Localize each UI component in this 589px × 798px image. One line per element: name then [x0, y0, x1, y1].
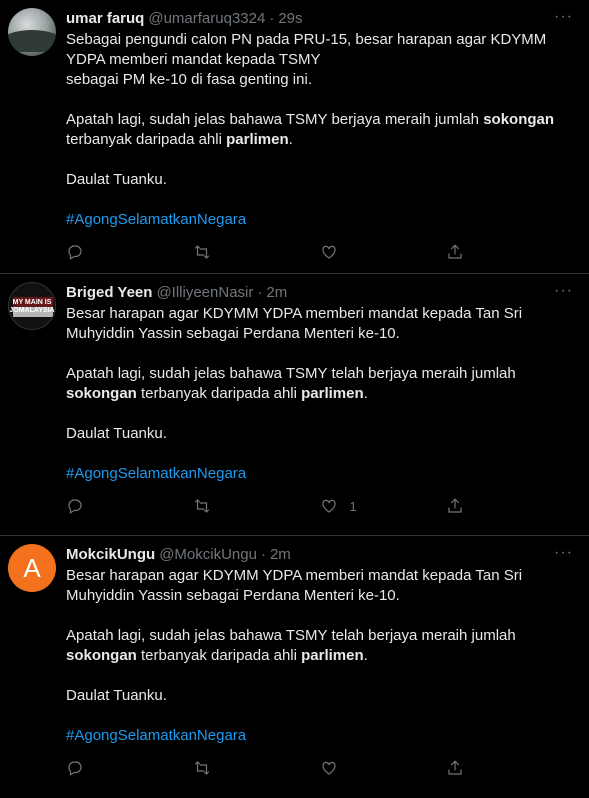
timestamp[interactable]: 29s: [278, 10, 302, 27]
bold-text: parlimen: [301, 647, 364, 664]
author-handle[interactable]: @umarfaruq3324: [148, 10, 265, 27]
reply-icon: [68, 761, 82, 776]
tweet-text: Besar harapan agar KDYMM YDPA memberi ma…: [66, 304, 573, 484]
hashtag-link[interactable]: #AgongSelamatkanNegara: [66, 210, 573, 230]
heart-icon: [321, 761, 336, 775]
tweet-2[interactable]: MY MAIN IS JOMALAYSIA Briged Yeen @Illiy…: [0, 274, 589, 536]
text-line: Besar harapan agar KDYMM YDPA memberi ma…: [66, 567, 523, 584]
text-segment: Apatah lagi, sudah jelas bahawa TSMY ber…: [66, 111, 484, 128]
hashtag-link[interactable]: #AgongSelamatkanNegara: [66, 726, 573, 746]
avatar[interactable]: A: [8, 544, 56, 592]
share-button[interactable]: [446, 497, 573, 515]
reply-button[interactable]: [66, 759, 193, 777]
text-line: YDPA memberi mandat kepada TSMY: [66, 51, 321, 68]
retweet-icon: [194, 245, 209, 259]
like-button[interactable]: 1: [320, 497, 447, 515]
closing-text: Daulat Tuanku.: [66, 425, 167, 442]
tweet-text: Besar harapan agar KDYMM YDPA memberi ma…: [66, 566, 573, 746]
reply-icon: [68, 245, 82, 260]
share-button[interactable]: [446, 759, 573, 777]
heart-icon: [321, 499, 336, 513]
tweet-header: Briged Yeen @IlliyeenNasir · 2m: [66, 282, 573, 302]
share-icon: [448, 498, 462, 513]
author-handle[interactable]: @MokcikUngu: [159, 546, 257, 563]
bold-text: parlimen: [301, 385, 364, 402]
closing-text: Daulat Tuanku.: [66, 171, 167, 188]
more-options-icon[interactable]: ···: [554, 544, 573, 562]
heart-icon: [321, 245, 336, 259]
tweet-actions: 1: [66, 488, 573, 524]
closing-text: Daulat Tuanku.: [66, 687, 167, 704]
text-line: Apatah lagi, sudah jelas bahawa TSMY tel…: [66, 365, 516, 382]
avatar-text: MY MAIN IS JOMALAYSIA: [9, 299, 55, 314]
reply-icon: [68, 499, 82, 514]
avatar[interactable]: [8, 8, 56, 56]
retweet-icon: [194, 761, 209, 775]
text-line: sebagai PM ke-10 di fasa genting ini.: [66, 71, 312, 88]
retweet-icon: [194, 499, 209, 513]
author-name[interactable]: MokcikUngu: [66, 546, 155, 563]
tweet-header: MokcikUngu @MokcikUngu · 2m: [66, 544, 573, 564]
like-count: 1: [349, 498, 357, 514]
avatar[interactable]: MY MAIN IS JOMALAYSIA: [8, 282, 56, 330]
tweet-text: Sebagai pengundi calon PN pada PRU-15, b…: [66, 30, 573, 230]
text-segment: terbanyak daripada ahli: [66, 131, 227, 148]
timestamp[interactable]: 2m: [270, 546, 291, 563]
more-options-icon[interactable]: ···: [554, 282, 573, 300]
tweet-actions: [66, 234, 573, 270]
tweet-actions: [66, 750, 573, 786]
tweet-1[interactable]: umar faruq @umarfaruq3324 · 29s ··· Seba…: [0, 0, 589, 274]
bold-text: sokongan: [66, 385, 137, 402]
like-button[interactable]: [320, 243, 447, 261]
author-name[interactable]: umar faruq: [66, 10, 144, 27]
author-name[interactable]: Briged Yeen: [66, 284, 152, 301]
timestamp[interactable]: 2m: [266, 284, 287, 301]
like-button[interactable]: [320, 759, 447, 777]
text-segment: terbanyak daripada ahli: [136, 385, 302, 402]
text-segment: .: [288, 131, 293, 148]
reply-button[interactable]: [66, 497, 193, 515]
text-line: sokongan terbanyak daripada ahli parlime…: [66, 384, 573, 404]
text-line: sokongan terbanyak daripada ahli parlime…: [66, 646, 573, 666]
separator-dot: ·: [257, 283, 263, 301]
retweet-button[interactable]: [193, 759, 320, 777]
text-segment: .: [363, 385, 368, 402]
tweet-3[interactable]: A MokcikUngu @MokcikUngu · 2m ··· Besar …: [0, 536, 589, 798]
text-line: terbanyak daripada ahli parlimen.: [66, 130, 573, 150]
text-segment: .: [363, 647, 368, 664]
text-line: Muhyiddin Yassin sebagai Perdana Menteri…: [66, 325, 400, 342]
separator-dot: ·: [269, 9, 275, 27]
bold-text: sokongan: [483, 111, 555, 128]
tweet-header: umar faruq @umarfaruq3324 · 29s: [66, 8, 573, 28]
share-icon: [448, 760, 462, 775]
bold-text: parlimen: [226, 131, 289, 148]
author-handle[interactable]: @IlliyeenNasir: [156, 284, 253, 301]
share-button[interactable]: [446, 243, 573, 261]
hashtag-link[interactable]: #AgongSelamatkanNegara: [66, 464, 573, 484]
separator-dot: ·: [260, 545, 266, 563]
retweet-button[interactable]: [193, 497, 320, 515]
text-line: Apatah lagi, sudah jelas bahawa TSMY tel…: [66, 627, 516, 644]
bold-text: sokongan: [66, 647, 137, 664]
text-line: Apatah lagi, sudah jelas bahawa TSMY ber…: [66, 110, 573, 130]
reply-button[interactable]: [66, 243, 193, 261]
more-options-icon[interactable]: ···: [554, 8, 573, 26]
text-line: Besar harapan agar KDYMM YDPA memberi ma…: [66, 305, 523, 322]
text-line: Sebagai pengundi calon PN pada PRU-15, b…: [66, 31, 547, 48]
text-line: Muhyiddin Yassin sebagai Perdana Menteri…: [66, 587, 400, 604]
retweet-button[interactable]: [193, 243, 320, 261]
share-icon: [448, 244, 462, 259]
text-segment: terbanyak daripada ahli: [136, 647, 302, 664]
avatar-landscape: [8, 30, 56, 52]
